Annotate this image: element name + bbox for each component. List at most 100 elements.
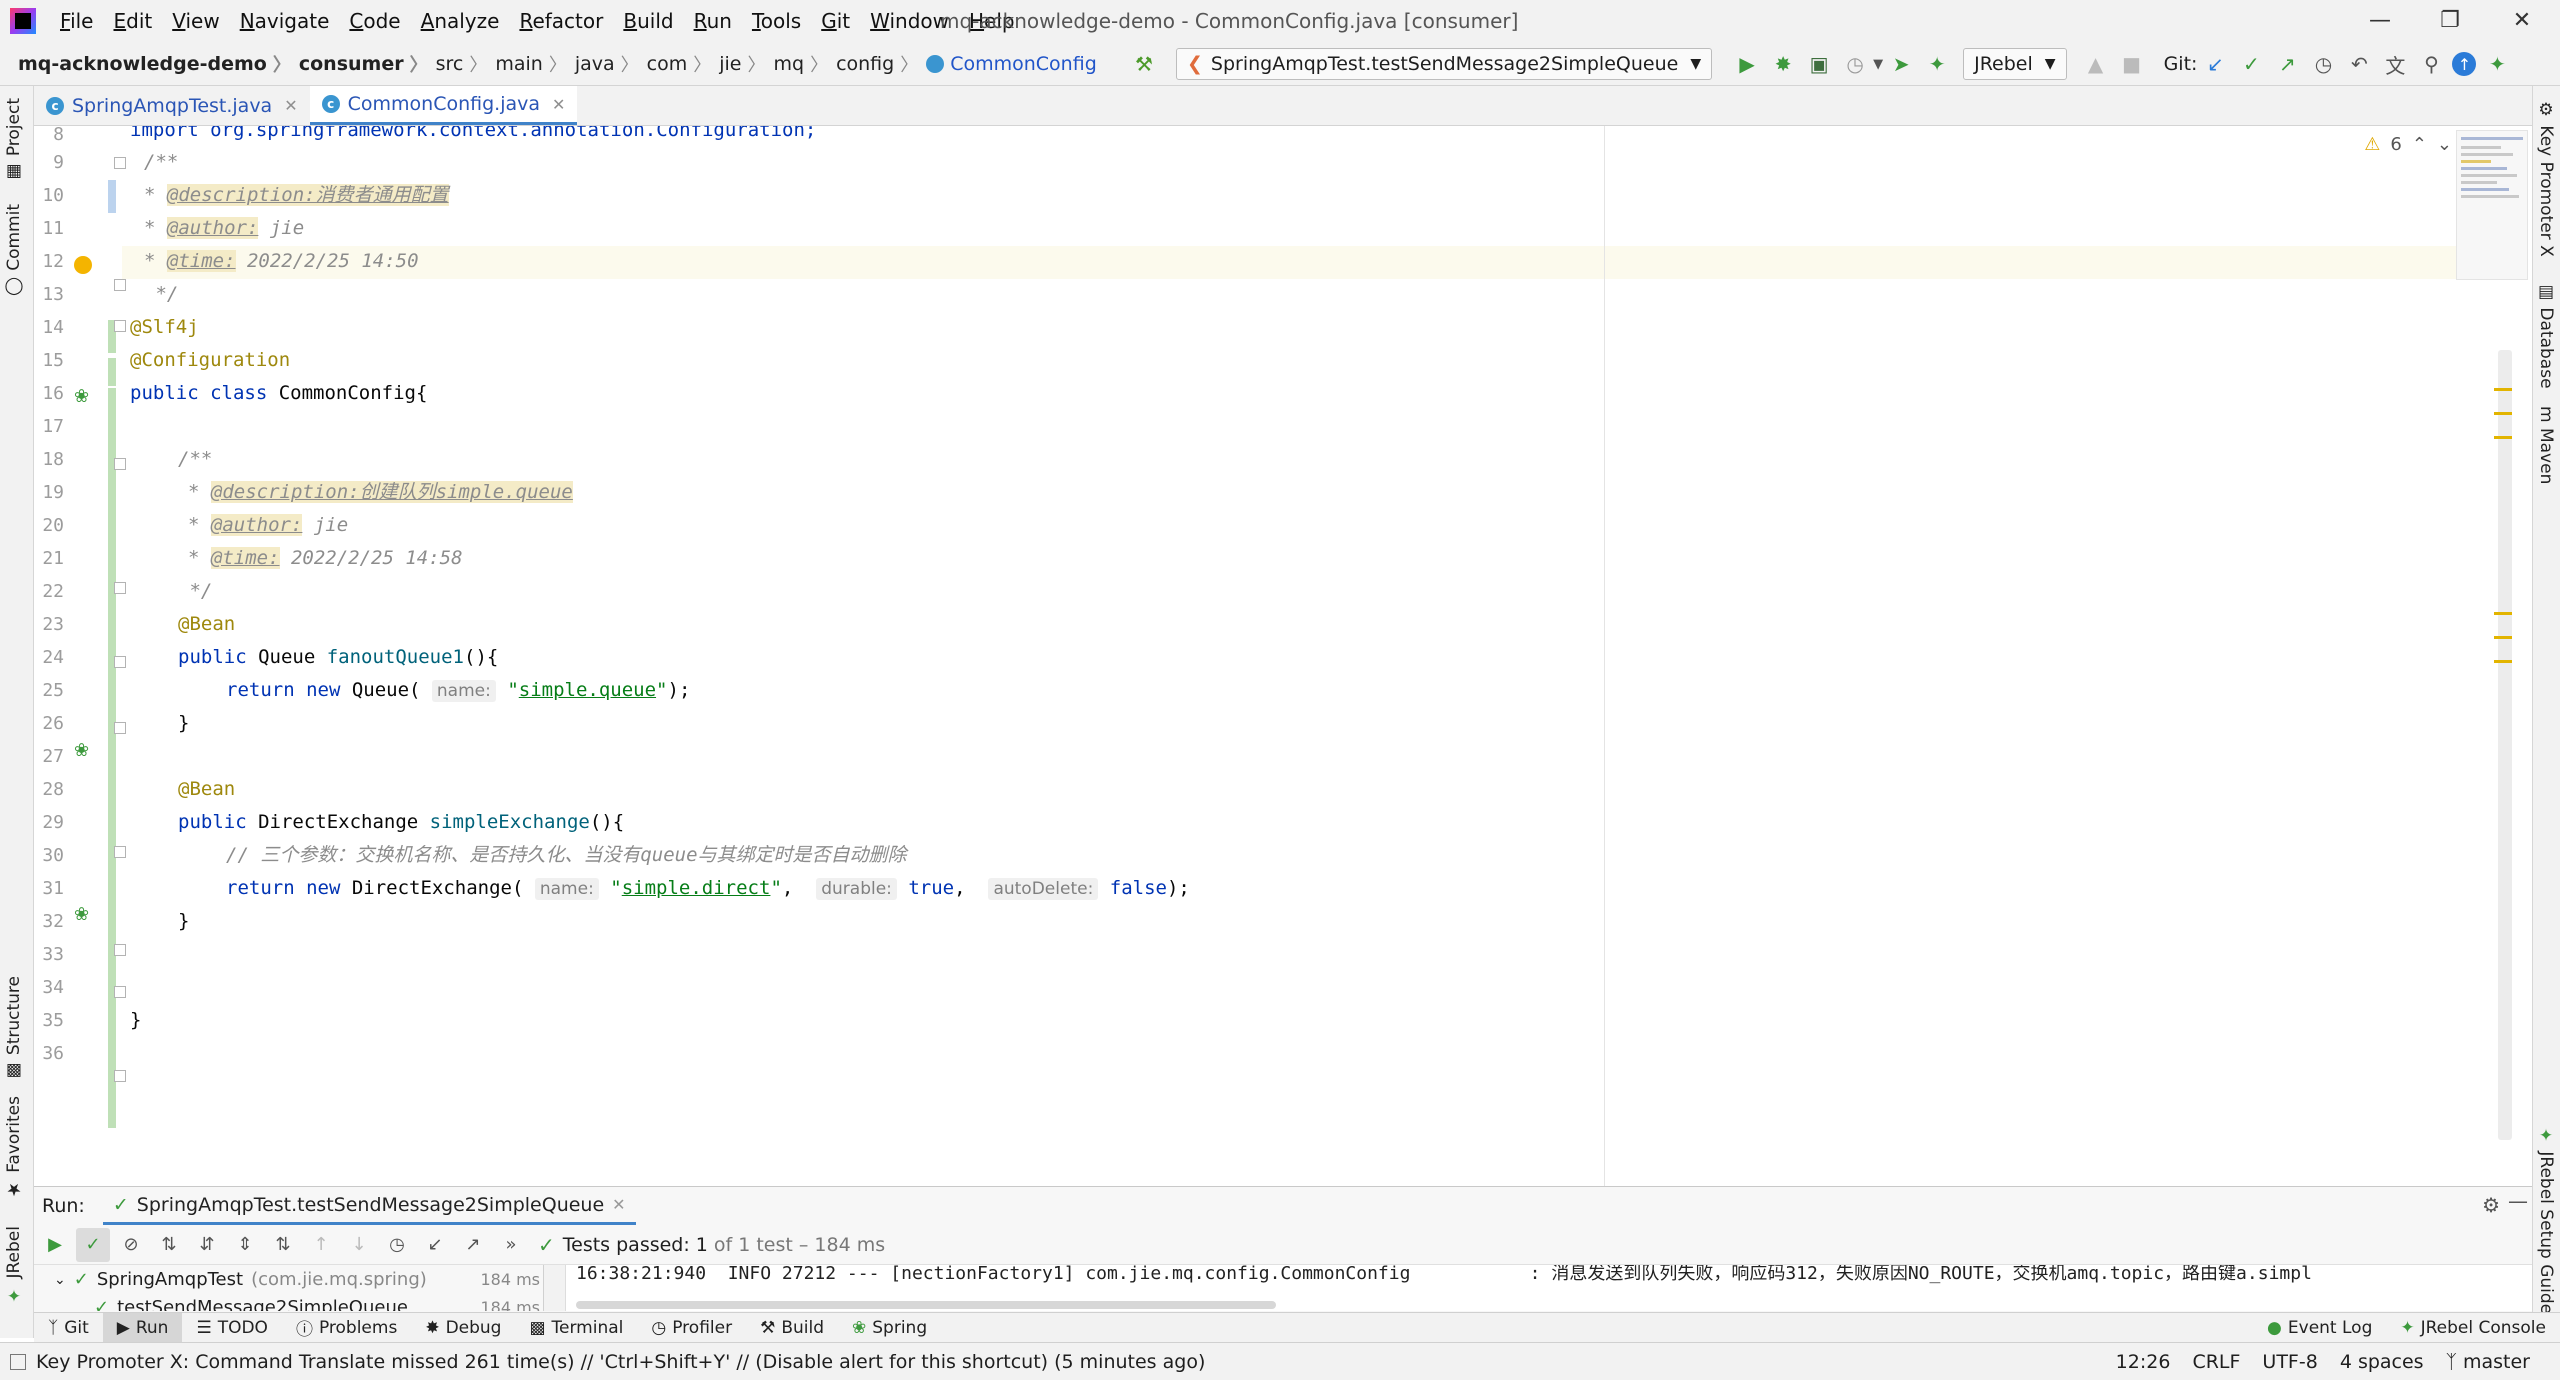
- tool-tab-git[interactable]: ᛉ Git: [34, 1313, 103, 1343]
- tool-tab-project[interactable]: ▦ Project: [4, 98, 24, 182]
- breadcrumb-module[interactable]: consumer 〉: [299, 51, 436, 77]
- gear-icon[interactable]: ⚙: [2482, 1193, 2500, 1217]
- stop-icon[interactable]: ■: [2117, 49, 2147, 79]
- tool-tab-problems[interactable]: ⓘ Problems: [282, 1313, 411, 1343]
- console-output[interactable]: 16:38:21:940 INFO 27212 --- [nectionFact…: [566, 1265, 2532, 1311]
- breadcrumb-class[interactable]: CommonConfig: [926, 53, 1097, 75]
- maximize-button[interactable]: ❐: [2420, 4, 2480, 38]
- tool-tab-key-promoter[interactable]: ⚙ Key Promoter X: [2536, 100, 2556, 257]
- tool-tab-todo[interactable]: ☰ TODO: [182, 1313, 282, 1343]
- git-update-icon[interactable]: ↙: [2200, 49, 2230, 79]
- fold-toggle-icon[interactable]: [114, 458, 126, 470]
- tool-tab-build[interactable]: ⚒ Build: [746, 1313, 838, 1343]
- tool-tab-commit[interactable]: ◯ Commit: [4, 204, 24, 297]
- spring-bean-gutter-icon[interactable]: ❀: [74, 904, 89, 925]
- rerun-icon[interactable]: ▶: [38, 1228, 72, 1262]
- menu-file[interactable]: File: [50, 9, 103, 33]
- close-tab-icon[interactable]: ✕: [552, 95, 565, 114]
- tool-tab-debug[interactable]: ✸ Debug: [411, 1313, 515, 1343]
- breadcrumb-java[interactable]: java 〉: [575, 51, 647, 77]
- menu-refactor[interactable]: Refactor: [509, 9, 613, 33]
- run-tab[interactable]: ✓ SpringAmqpTest.testSendMessage2SimpleQ…: [102, 1187, 636, 1225]
- next-highlight-icon[interactable]: ⌄: [2437, 134, 2452, 155]
- menu-tools[interactable]: Tools: [742, 9, 811, 33]
- fold-toggle-icon[interactable]: [114, 986, 126, 998]
- fold-toggle-icon[interactable]: [114, 1070, 126, 1082]
- jrebel-logo-icon[interactable]: ✦: [2482, 49, 2512, 79]
- breadcrumb-main[interactable]: main 〉: [495, 51, 574, 77]
- test-case-row[interactable]: ✓ testSendMessage2SimpleQueue 184 ms: [94, 1297, 540, 1311]
- fold-toggle-icon[interactable]: [114, 582, 126, 594]
- fold-toggle-icon[interactable]: [114, 279, 126, 291]
- close-window-button[interactable]: ✕: [2492, 4, 2552, 38]
- expand-all-icon[interactable]: ⇕: [228, 1228, 262, 1262]
- breadcrumb-jie[interactable]: jie 〉: [719, 51, 773, 77]
- menu-code[interactable]: Code: [339, 9, 410, 33]
- fold-toggle-icon[interactable]: [114, 846, 126, 858]
- indent-setting[interactable]: 4 spaces: [2340, 1351, 2424, 1373]
- minimize-button[interactable]: —: [2350, 4, 2410, 38]
- coverage-icon[interactable]: ▣: [1804, 49, 1834, 79]
- code-content[interactable]: import org.springframework.context.annot…: [130, 126, 1550, 1186]
- breadcrumb-project[interactable]: mq-acknowledge-demo 〉: [18, 51, 299, 77]
- test-suite-row[interactable]: ⌄ ✓ SpringAmqpTest (com.jie.mq.spring) 1…: [54, 1269, 540, 1290]
- warning-marker[interactable]: [2494, 412, 2512, 415]
- breadcrumb-src[interactable]: src 〉: [436, 51, 496, 77]
- import-tests-icon[interactable]: ↙: [418, 1228, 452, 1262]
- tool-tab-terminal[interactable]: ▩ Terminal: [515, 1313, 637, 1343]
- tool-tab-jrebel-console[interactable]: ✦ JRebel Console: [2386, 1313, 2560, 1343]
- menu-build[interactable]: Build: [613, 9, 683, 33]
- spring-bean-gutter-icon[interactable]: ❀: [74, 386, 89, 407]
- git-push-icon[interactable]: ↗: [2272, 49, 2302, 79]
- tool-tab-jrebel-setup[interactable]: ✦ JRebel Setup Guide: [2536, 1126, 2556, 1314]
- tool-windows-icon[interactable]: [10, 1353, 26, 1370]
- run-icon[interactable]: ▶: [1732, 49, 1762, 79]
- tool-tab-spring[interactable]: ❀ Spring: [838, 1313, 941, 1343]
- fold-toggle-icon[interactable]: [114, 656, 126, 668]
- collapse-all-icon[interactable]: ⇅: [266, 1228, 300, 1262]
- inspection-widget[interactable]: ⚠ 6 ⌃ ⌄: [2364, 134, 2452, 155]
- tool-tab-run[interactable]: ▶ Run: [102, 1312, 183, 1343]
- previous-test-icon[interactable]: ↑: [304, 1228, 338, 1262]
- jrebel-debug-icon[interactable]: ✦: [1922, 49, 1952, 79]
- menu-navigate[interactable]: Navigate: [230, 9, 340, 33]
- hide-panel-icon[interactable]: —: [2508, 1189, 2528, 1213]
- rollback-icon[interactable]: ↶: [2344, 49, 2374, 79]
- horizontal-scrollbar[interactable]: [576, 1301, 1276, 1309]
- git-branch-widget[interactable]: ᛉ master: [2446, 1351, 2530, 1373]
- breadcrumb-com[interactable]: com 〉: [647, 51, 720, 77]
- fold-toggle-icon[interactable]: [114, 157, 126, 169]
- breadcrumb-config[interactable]: config 〉: [836, 51, 926, 77]
- line-separator[interactable]: CRLF: [2192, 1351, 2240, 1373]
- intention-bulb-icon[interactable]: [74, 256, 92, 274]
- sort-alpha-icon[interactable]: ⇅: [152, 1228, 186, 1262]
- warning-marker[interactable]: [2494, 636, 2512, 639]
- fold-toggle-icon[interactable]: [114, 722, 126, 734]
- vertical-scrollbar[interactable]: [2498, 350, 2512, 1140]
- tab-springamqptest[interactable]: c SpringAmqpTest.java ✕: [34, 86, 310, 125]
- jrebel-dropdown[interactable]: JRebel ▼: [1963, 48, 2067, 80]
- test-results-tree[interactable]: ⌄ ✓ SpringAmqpTest (com.jie.mq.spring) 1…: [34, 1265, 544, 1311]
- tool-tab-maven[interactable]: m Maven: [2536, 406, 2556, 484]
- warning-marker[interactable]: [2494, 436, 2512, 439]
- attach-icon[interactable]: ▲: [2081, 49, 2111, 79]
- history-icon[interactable]: ◷: [2308, 49, 2338, 79]
- menu-view[interactable]: View: [162, 9, 229, 33]
- caret-position[interactable]: 12:26: [2116, 1351, 2171, 1373]
- error-stripe[interactable]: [2490, 126, 2512, 1186]
- code-editor[interactable]: ❀ ❀ ❀ 8 9 10 11 12 13 14 15 16 17 18 19 …: [34, 126, 2532, 1186]
- tool-tab-structure[interactable]: ▩ Structure: [4, 976, 24, 1081]
- close-tab-icon[interactable]: ✕: [284, 96, 297, 115]
- menu-analyze[interactable]: Analyze: [411, 9, 510, 33]
- export-tests-icon[interactable]: ↗: [456, 1228, 490, 1262]
- file-encoding[interactable]: UTF-8: [2262, 1351, 2317, 1373]
- test-history-icon[interactable]: ◷: [380, 1228, 414, 1262]
- fold-toggle-icon[interactable]: [114, 320, 126, 332]
- warning-marker[interactable]: [2494, 660, 2512, 663]
- run-configuration-selector[interactable]: ❮ SpringAmqpTest.testSendMessage2SimpleQ…: [1176, 48, 1713, 80]
- show-ignored-icon[interactable]: ⊘: [114, 1228, 148, 1262]
- menu-git[interactable]: Git: [811, 9, 860, 33]
- build-hammer-icon[interactable]: ⚒: [1129, 49, 1159, 79]
- tab-commonconfig[interactable]: c CommonConfig.java ✕: [309, 86, 578, 125]
- update-ide-icon[interactable]: ↑: [2452, 52, 2477, 76]
